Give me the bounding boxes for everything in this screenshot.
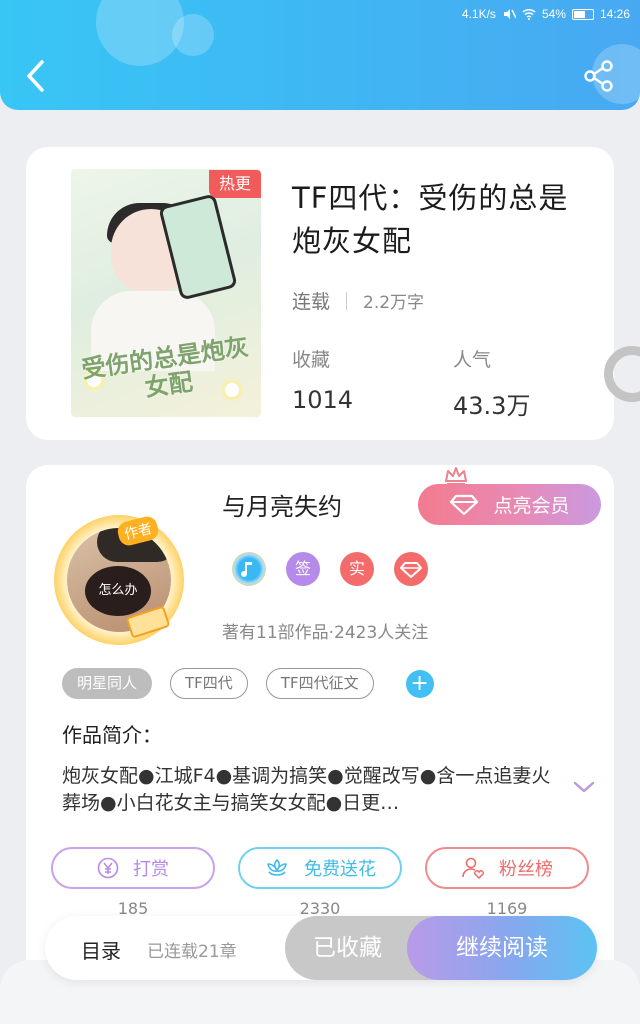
divider: [346, 291, 348, 310]
music-note-icon: [241, 562, 252, 578]
reward-action: 打赏 185: [51, 847, 215, 918]
mute-icon: [503, 9, 516, 19]
toc-button[interactable]: 目录: [81, 935, 121, 964]
hot-update-badge: 热更: [209, 170, 261, 198]
favorites-value: 1014: [292, 386, 354, 414]
popularity-stat: 人气 43.3万: [453, 345, 530, 421]
clock: 14:26: [599, 7, 630, 21]
tag-item[interactable]: TF四代征文: [265, 668, 374, 699]
favorites-stat: 收藏 1014: [292, 345, 353, 414]
favorites-label: 收藏: [292, 349, 331, 371]
vip-gem-badge-icon[interactable]: [394, 552, 428, 586]
book-meta: 连载 2.2万字: [292, 287, 424, 314]
chevron-down-icon[interactable]: [572, 777, 596, 797]
serial-status: 连载: [292, 291, 331, 313]
reward-button[interactable]: 打赏: [51, 847, 215, 889]
flower-icon: [267, 859, 287, 876]
book-title: TF四代：受伤的总是炮灰女配: [292, 181, 569, 258]
book-info-card: 受伤的总是炮灰女配 热更 TF四代：受伤的总是炮灰女配 连载 2.2万字 收藏 …: [26, 147, 614, 440]
vip-activate-button[interactable]: 点亮会员: [418, 484, 601, 525]
action-row: 打赏 185 免费送花 2330 粉丝榜 1169: [51, 847, 589, 918]
intro-title: 作品简介：: [62, 723, 162, 747]
bottom-action-bar: 目录 已连载21章 已收藏 继续阅读: [45, 916, 597, 980]
decor-bubble: [96, 0, 184, 66]
diamond-icon: [400, 562, 422, 578]
popularity-label: 人气: [453, 349, 492, 371]
signed-badge[interactable]: 签: [286, 552, 320, 586]
status-bar: 4.1K/s 54% 14:26: [462, 5, 630, 23]
flower-label: 免费送花: [304, 859, 376, 880]
chapter-count: 已连载21章: [147, 942, 237, 962]
fans-action: 粉丝榜 1169: [425, 847, 589, 918]
crown-icon: [445, 467, 467, 485]
tag-item[interactable]: TF四代: [170, 668, 248, 699]
author-name[interactable]: 与月亮失约: [222, 487, 342, 522]
tag-item[interactable]: 明星同人: [62, 668, 153, 699]
decor-bubble: [172, 14, 214, 56]
battery-percent: 54%: [541, 7, 566, 21]
vip-button-label: 点亮会员: [493, 495, 570, 517]
author-badges: 签 实: [232, 552, 428, 586]
fans-rank-button[interactable]: 粉丝榜: [425, 847, 589, 889]
intro-text: 炮灰女配●江城F4●基调为搞笑●觉醒改写●含一点追妻火葬场●小白花女主与搞笑女女…: [62, 765, 551, 814]
wifi-icon: [522, 8, 536, 20]
word-count: 2.2万字: [363, 293, 425, 313]
user-heart-icon: [462, 857, 484, 880]
yuan-coin-icon: [97, 857, 119, 879]
author-avatar[interactable]: 怎么办 作者: [54, 514, 184, 645]
verified-badge[interactable]: 实: [340, 552, 374, 586]
author-stats: 著有11部作品·2423人关注: [222, 623, 429, 643]
share-icon[interactable]: [583, 58, 615, 94]
fans-label: 粉丝榜: [499, 859, 553, 880]
reward-label: 打赏: [133, 859, 169, 880]
top-header: 4.1K/s 54% 14:26: [0, 0, 640, 110]
diamond-icon: [450, 494, 479, 515]
popularity-value: 43.3万: [453, 392, 531, 420]
tag-list: 明星同人 TF四代 TF四代征文 +: [62, 668, 434, 699]
back-button[interactable]: [22, 56, 52, 96]
avatar-caption: 怎么办: [85, 566, 151, 616]
battery-icon: [571, 8, 594, 20]
send-flower-button[interactable]: 免费送花: [238, 847, 402, 889]
continue-reading-button[interactable]: 继续阅读: [407, 916, 597, 980]
network-speed: 4.1K/s: [461, 7, 496, 21]
flower-action: 免费送花 2330: [238, 847, 402, 918]
music-badge-icon[interactable]: [232, 552, 266, 586]
add-tag-button[interactable]: +: [405, 669, 434, 698]
book-cover[interactable]: 受伤的总是炮灰女配: [71, 169, 261, 417]
